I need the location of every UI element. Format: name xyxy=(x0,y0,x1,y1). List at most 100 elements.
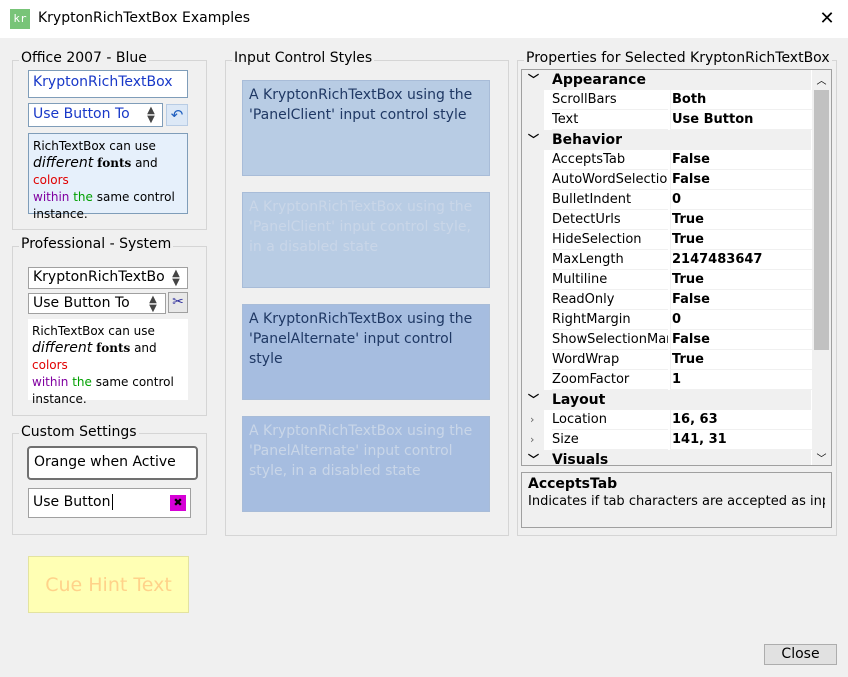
undo-button[interactable]: ↶ xyxy=(166,104,188,126)
property-row[interactable]: › Location 16, 63 xyxy=(522,410,813,430)
property-value[interactable]: 1 xyxy=(670,370,813,390)
property-value[interactable]: Both xyxy=(670,90,813,110)
property-row[interactable]: ShowSelectionMarginFalse xyxy=(522,330,813,350)
property-row[interactable]: WordWrap True xyxy=(522,350,813,370)
property-value[interactable]: 0 xyxy=(670,190,813,210)
property-description-panel: AcceptsTab Indicates if tab characters a… xyxy=(521,472,832,528)
property-row[interactable]: HideSelection True xyxy=(522,230,813,250)
professional-richtextbox[interactable]: RichTextBox can use different fonts and … xyxy=(28,319,188,406)
window-title: KryptonRichTextBox Examples xyxy=(38,10,251,26)
property-value[interactable]: True xyxy=(670,270,813,290)
property-value[interactable]: 0 xyxy=(670,310,813,330)
scroll-down-icon[interactable]: ﹀ xyxy=(812,450,831,465)
spin-down-icon[interactable]: ▼ xyxy=(144,115,158,125)
property-value[interactable]: 16, 63 xyxy=(670,410,813,430)
app-icon: kr xyxy=(10,9,30,29)
scroll-up-icon[interactable]: ︿ xyxy=(812,72,831,87)
property-row[interactable]: BulletIndent 0 xyxy=(522,190,813,210)
property-category[interactable]: ﹀ Layout xyxy=(522,390,811,410)
panelclient-richtextbox[interactable]: A KryptonRichTextBox using the 'PanelCli… xyxy=(242,80,490,176)
property-name: Size xyxy=(552,430,668,450)
property-row[interactable]: Multiline True xyxy=(522,270,813,290)
property-row[interactable]: ReadOnly False xyxy=(522,290,813,310)
title-bar: kr KryptonRichTextBox Examples ✕ xyxy=(0,0,848,38)
property-name: ShowSelectionMargin xyxy=(552,330,668,350)
rich-red-text: colors xyxy=(33,173,69,187)
property-name: RightMargin xyxy=(552,310,668,330)
property-row[interactable]: ZoomFactor 1 xyxy=(522,370,813,390)
property-value[interactable]: True xyxy=(670,230,813,250)
property-name: WordWrap xyxy=(552,350,668,370)
property-name: MaxLength xyxy=(552,250,668,270)
row-gutter xyxy=(522,190,544,210)
property-category[interactable]: ﹀ Behavior xyxy=(522,130,811,150)
custom-use-button-textbox[interactable]: Use Button xyxy=(28,488,191,518)
property-category[interactable]: ﹀ Appearance xyxy=(522,70,811,90)
rich-font-text: fonts xyxy=(96,341,131,355)
property-row[interactable]: › Size 141, 31 xyxy=(522,430,813,450)
category-label: Behavior xyxy=(552,132,623,148)
office-spin-icon[interactable]: ▲ ▼ xyxy=(144,106,158,125)
professional-spin-icon[interactable]: ▲ ▼ xyxy=(147,295,159,314)
close-icon[interactable]: ✕ xyxy=(812,4,842,34)
orange-when-active-textbox[interactable]: Orange when Active xyxy=(27,446,198,480)
property-value[interactable]: False xyxy=(670,150,813,170)
property-row[interactable]: ScrollBars Both xyxy=(522,90,813,110)
custom-use-button-text: Use Button xyxy=(33,494,111,510)
property-row[interactable]: AutoWordSelection False xyxy=(522,170,813,190)
cue-hint-textbox[interactable]: Cue Hint Text xyxy=(28,556,189,613)
spin-down-icon[interactable]: ▼ xyxy=(170,278,182,288)
property-name: AcceptsTab xyxy=(552,150,668,170)
close-x-icon[interactable]: ✖ xyxy=(170,495,186,511)
panelalternate-disabled-richtextbox: A KryptonRichTextBox using the 'PanelAlt… xyxy=(242,416,490,512)
property-row[interactable]: MaxLength 2147483647 xyxy=(522,250,813,270)
property-value[interactable]: True xyxy=(670,210,813,230)
chevron-down-icon[interactable]: ﹀ xyxy=(528,70,539,90)
office-button-textbox[interactable]: Use Button To xyxy=(28,103,163,127)
property-row[interactable]: Text Use Button xyxy=(522,110,813,130)
professional-textbox-spin-icon[interactable]: ▲ ▼ xyxy=(170,269,182,288)
row-gutter xyxy=(522,110,544,130)
category-label: Layout xyxy=(552,392,606,408)
property-value[interactable]: False xyxy=(670,170,813,190)
panelalternate-richtextbox[interactable]: A KryptonRichTextBox using the 'PanelAlt… xyxy=(242,304,490,400)
office-button-text: Use Button To xyxy=(33,106,130,122)
property-category[interactable]: ﹀ Visuals xyxy=(522,450,811,465)
scrollbar-thumb[interactable] xyxy=(814,90,829,350)
chevron-down-icon[interactable]: ﹀ xyxy=(528,390,539,410)
input-control-styles-title: Input Control Styles xyxy=(232,50,375,66)
cut-button[interactable]: ✂ xyxy=(168,292,188,313)
property-value[interactable]: True xyxy=(670,350,813,370)
row-gutter xyxy=(522,350,544,370)
style-box-text: A KryptonRichTextBox using the 'PanelCli… xyxy=(249,199,473,255)
property-row[interactable]: RightMargin 0 xyxy=(522,310,813,330)
close-button[interactable]: Close xyxy=(764,644,837,665)
spin-down-icon[interactable]: ▼ xyxy=(147,304,159,314)
professional-group-title: Professional - System xyxy=(19,236,174,252)
chevron-down-icon[interactable]: ﹀ xyxy=(528,130,539,150)
office-textbox[interactable]: KryptonRichTextBox xyxy=(28,70,188,98)
chevron-down-icon[interactable]: ﹀ xyxy=(528,450,539,465)
rich-red-text: colors xyxy=(32,358,68,372)
panelclient-disabled-richtextbox: A KryptonRichTextBox using the 'PanelCli… xyxy=(242,192,490,288)
property-value[interactable]: 141, 31 xyxy=(670,430,813,450)
property-name: DetectUrls xyxy=(552,210,668,230)
row-gutter xyxy=(522,290,544,310)
rich-text: RichTextBox can use xyxy=(32,324,155,338)
property-grid[interactable]: ﹀ Appearance ScrollBars Both Text Use Button ﹀… xyxy=(521,69,832,466)
office-richtextbox[interactable]: RichTextBox can use different fonts and … xyxy=(28,133,188,221)
property-value[interactable]: False xyxy=(670,330,813,350)
property-name: AutoWordSelection xyxy=(552,170,668,190)
property-row[interactable]: AcceptsTab False xyxy=(522,150,813,170)
property-value[interactable]: Use Button xyxy=(670,110,813,130)
property-value[interactable]: False xyxy=(670,290,813,310)
property-row[interactable]: DetectUrls True xyxy=(522,210,813,230)
professional-textbox[interactable]: KryptonRichTextBo xyxy=(28,267,188,289)
style-box-text: A KryptonRichTextBox using the 'PanelAlt… xyxy=(249,423,473,479)
property-name: HideSelection xyxy=(552,230,668,250)
professional-button-textbox[interactable]: Use Button To xyxy=(28,293,166,314)
chevron-right-icon[interactable]: › xyxy=(530,430,534,450)
chevron-right-icon[interactable]: › xyxy=(530,410,534,430)
property-value[interactable]: 2147483647 xyxy=(670,250,813,270)
property-name: ReadOnly xyxy=(552,290,668,310)
